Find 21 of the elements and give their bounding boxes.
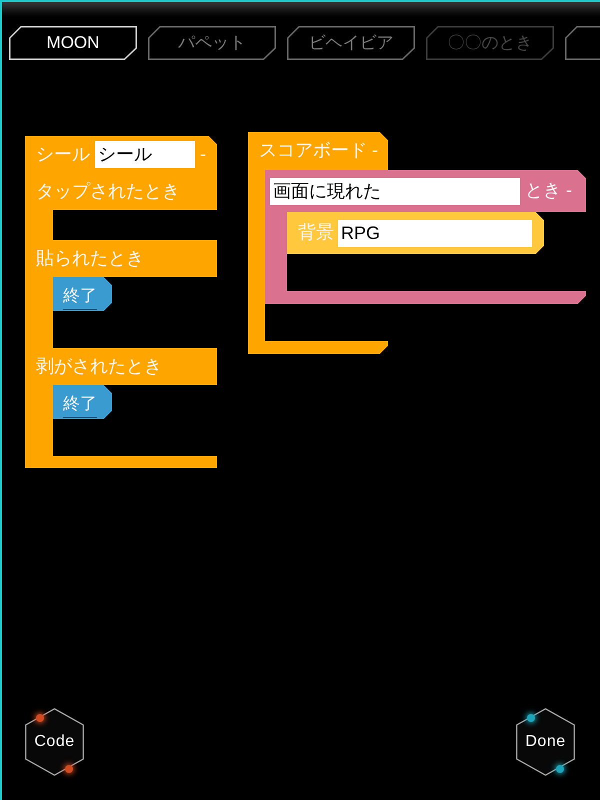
block-label: シール	[36, 144, 90, 166]
hexagon-button[interactable]: Code	[25, 708, 84, 776]
block-label: 剥がされたとき	[36, 356, 162, 378]
block-label: 終了	[63, 286, 97, 310]
tab[interactable]: MOON	[9, 26, 137, 60]
text-field[interactable]: RPG	[338, 220, 532, 246]
tab[interactable]: ビヘイビア	[287, 26, 415, 60]
setter-block[interactable]: 背景 RPG	[287, 212, 544, 254]
event-block[interactable]: シール シール - タップされたとき 貼られたとき 終了 剥がされたとき 終了	[25, 136, 217, 468]
hexagon-button[interactable]: Done	[516, 708, 575, 776]
block-label: とき	[525, 180, 561, 202]
text-field[interactable]: シール	[95, 141, 195, 168]
block-label: タップされたとき	[36, 180, 180, 202]
trigger-block[interactable]: 画面に現れた とき - 背景 RPG	[265, 170, 586, 304]
block-label: 貼られたとき	[36, 248, 144, 270]
block-label: スコアボード	[259, 140, 367, 162]
tab[interactable]: パペット	[148, 26, 276, 60]
text-field[interactable]: 画面に現れた	[270, 178, 520, 204]
block-label: 背景	[298, 222, 334, 244]
object-block[interactable]: スコアボード - 画面に現れた とき - 背景 RPG	[248, 132, 586, 354]
block-label: 終了	[63, 394, 97, 418]
